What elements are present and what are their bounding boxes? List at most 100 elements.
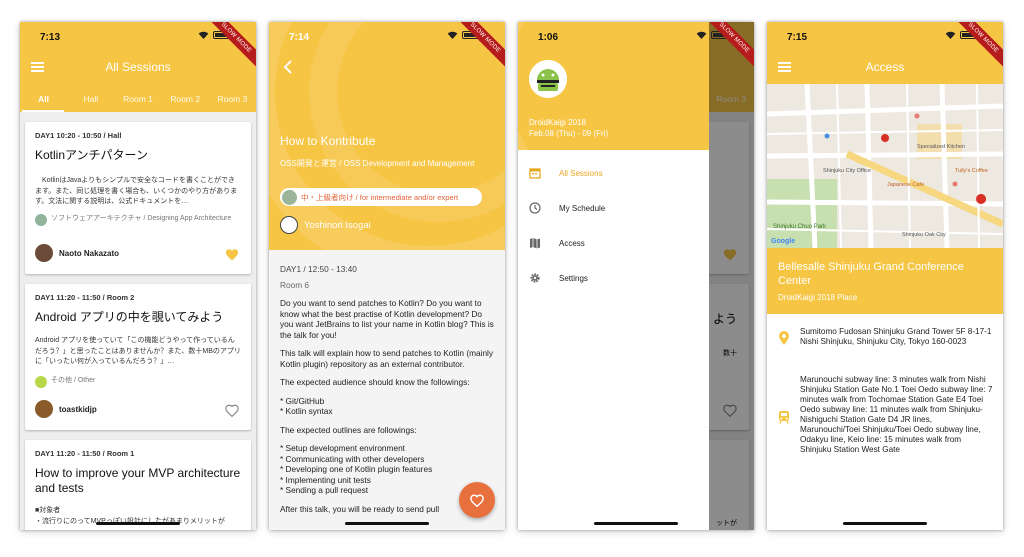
- session-meta: DAY1 11:20 - 11:50 / Room 1: [35, 449, 135, 458]
- home-indicator[interactable]: [96, 522, 180, 525]
- status-time: 7:15: [787, 32, 808, 43]
- wifi-icon: [198, 31, 209, 39]
- home-indicator[interactable]: [594, 522, 678, 525]
- session-topic: OSS開発と運営 / OSS Development and Managemen…: [280, 159, 475, 168]
- map-label: Tully's Coffee: [955, 168, 988, 174]
- gear-icon: [530, 273, 540, 283]
- topic-icon: [35, 376, 47, 388]
- session-meta: DAY1 11:20 - 11:50 / Room 2: [35, 293, 135, 302]
- train-icon: [779, 411, 789, 424]
- map-label: Shinjuku Oak City: [902, 232, 946, 238]
- sessions-screen: All Sessions All Hall Room 1 Room 2 Room…: [20, 22, 256, 530]
- avatar: [280, 216, 298, 234]
- drawer-item-label: Settings: [559, 273, 588, 283]
- session-card[interactable]: DAY1 11:20 - 11:50 / Room 2 Android アプリの…: [25, 284, 251, 430]
- session-description: Android アプリを使っていて「この機能どうやって作っているんだろう？」と思…: [35, 337, 241, 365]
- screen-title: All Sessions: [105, 60, 171, 74]
- avatar: [35, 244, 53, 262]
- avatar: [35, 400, 53, 418]
- venue-map[interactable]: Shinjuku Chuo Park Shinjuku City Office …: [767, 84, 1003, 248]
- map-label: Specialized Kitchen: [917, 144, 966, 150]
- heart-outline-icon: [470, 494, 484, 507]
- favorite-heart-outline-icon[interactable]: [225, 404, 239, 417]
- drawer-item-label: My Schedule: [559, 203, 606, 213]
- tab-room-1[interactable]: Room 1: [114, 92, 161, 112]
- speaker-name: toastkidjp: [59, 404, 97, 414]
- address-row: Sumitomo Fudosan Shinjuku Grand Tower 5F…: [778, 327, 993, 347]
- speaker: toastkidjp: [35, 400, 97, 418]
- venue-name: Bellesalle Shinjuku Grand Conference Cen…: [778, 261, 964, 287]
- level-icon: [282, 189, 297, 205]
- drawer-item-access[interactable]: Access: [518, 229, 709, 257]
- session-topic: ソフトウェアアーキテクチャ / Designing App Architectu…: [35, 214, 241, 226]
- screen-title: Access: [865, 60, 905, 74]
- navigation-drawer: DroidKaigi 2018 Feb.08 (Thu) - 09 (Fri) …: [518, 22, 709, 530]
- level-label: 中・上級者向け / for intermediate and/or expert: [301, 192, 459, 202]
- session-header: How to Kontribute OSS開発と運営 / OSS Develop…: [269, 22, 505, 250]
- map-label: Shinjuku City Office: [823, 168, 871, 174]
- description-paragraph: Do you want to send patches to Kotlin? D…: [280, 298, 494, 340]
- tab-room-2[interactable]: Room 2: [162, 92, 209, 112]
- status-time: 1:06: [538, 32, 559, 43]
- google-logo: Google: [771, 238, 796, 245]
- session-title: Android アプリの中を覗いてみよう: [35, 310, 224, 324]
- session-card[interactable]: DAY1 10:20 - 10:50 / Hall Kotlinアンチパターン …: [25, 122, 251, 274]
- tab-hall[interactable]: Hall: [67, 92, 114, 112]
- drawer-item-settings[interactable]: Settings: [518, 264, 709, 292]
- map-icon: [530, 238, 540, 249]
- session-time: DAY1 / 12:50 - 13:40: [280, 264, 357, 274]
- drawer-screen: Room 3 よう 数十 ットが DroidKaigi 2018 Feb.08 …: [518, 22, 754, 530]
- session-detail-screen: How to Kontribute OSS開発と運営 / OSS Develop…: [269, 22, 505, 530]
- session-meta: DAY1 10:20 - 10:50 / Hall: [35, 131, 122, 140]
- venue-address: Sumitomo Fudosan Shinjuku Grand Tower 5F…: [800, 327, 992, 346]
- droidkaigi-logo-icon: [529, 60, 567, 98]
- tab-room-3[interactable]: Room 3: [209, 92, 256, 112]
- speaker[interactable]: Yoshinori Isogai: [280, 216, 371, 234]
- description-paragraph: * Setup development environment * Commun…: [280, 443, 433, 495]
- status-time: 7:13: [40, 32, 61, 43]
- session-title: How to Kontribute: [280, 134, 376, 148]
- venue-header: Bellesalle Shinjuku Grand Conference Cen…: [767, 248, 1003, 314]
- session-description: KotlinはJavaよりもシンプルで安全なコードを書くことができます。また、同…: [35, 177, 238, 205]
- session-room: Room 6: [280, 279, 310, 290]
- session-card[interactable]: DAY1 11:20 - 11:50 / Room 1 How to impro…: [25, 440, 251, 530]
- wifi-icon: [696, 31, 707, 39]
- description-paragraph: The expected audience should know the fo…: [280, 377, 470, 387]
- level-badge: 中・上級者向け / for intermediate and/or expert: [280, 188, 482, 206]
- status-time: 7:14: [289, 32, 310, 43]
- favorite-fab-button[interactable]: [459, 482, 495, 518]
- drawer-item-label: All Sessions: [559, 168, 603, 178]
- calendar-icon: [529, 168, 541, 179]
- wifi-icon: [447, 31, 458, 39]
- tab-all[interactable]: All: [20, 92, 67, 112]
- tab-indicator: [22, 110, 64, 112]
- description-paragraph: The expected outlines are followings:: [280, 424, 417, 435]
- home-indicator[interactable]: [843, 522, 927, 525]
- venue-subtitle: DroidKaigi 2018 Place: [778, 293, 858, 302]
- favorite-heart-icon[interactable]: [225, 248, 239, 261]
- speaker-name: Naoto Nakazato: [59, 248, 120, 258]
- drawer-item-all-sessions[interactable]: All Sessions: [518, 159, 709, 187]
- transit-directions: Marunouchi subway line: 3 minutes walk f…: [800, 375, 993, 454]
- access-screen: Access 7:15 SLOW MODE Shinjuku Chuo Park…: [767, 22, 1003, 530]
- map-label: Japanese Cafe: [887, 182, 924, 188]
- session-topic-label: ソフトウェアアーキテクチャ / Designing App Architectu…: [51, 215, 232, 222]
- clock-icon: [529, 202, 541, 214]
- map-label: Shinjuku Chuo Park: [773, 224, 827, 230]
- description-paragraph: This talk will explain how to send patch…: [280, 348, 494, 369]
- session-title: Kotlinアンチパターン: [35, 148, 148, 162]
- drawer-item-my-schedule[interactable]: My Schedule: [518, 194, 709, 222]
- location-pin-icon: [779, 331, 789, 345]
- description-paragraph: * Git/GitHub * Kotlin syntax: [280, 395, 333, 417]
- wifi-icon: [945, 31, 956, 39]
- speaker: Naoto Nakazato: [35, 244, 119, 262]
- drawer-item-label: Access: [559, 238, 585, 248]
- speaker-name: Yoshinori Isogai: [304, 219, 371, 231]
- home-indicator[interactable]: [345, 522, 429, 525]
- session-topic: その他 / Other: [35, 376, 241, 388]
- session-title: How to improve your MVP architecture and…: [35, 466, 241, 495]
- room-tabs: All Hall Room 1 Room 2 Room 3: [20, 92, 256, 112]
- topic-icon: [35, 214, 47, 226]
- back-arrow-icon[interactable]: [283, 60, 293, 74]
- session-topic-label: その他 / Other: [51, 377, 96, 384]
